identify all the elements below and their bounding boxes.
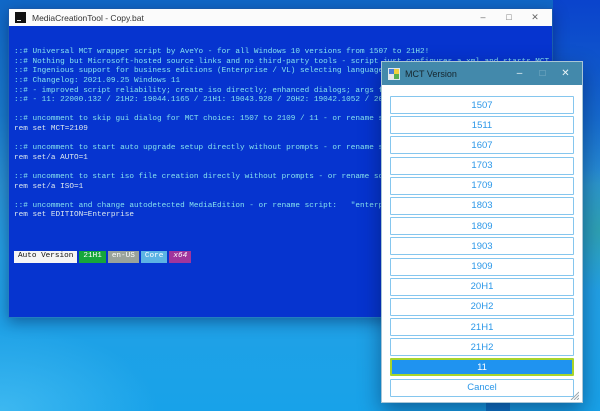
version-button-1511[interactable]: 1511 bbox=[390, 116, 574, 134]
status-badge: en-US bbox=[108, 251, 139, 264]
console-maximize-button[interactable]: □ bbox=[496, 9, 522, 26]
version-button-1703[interactable]: 1703 bbox=[390, 157, 574, 175]
mct-version-dialog: MCT Version – □ ✕ 1507 1511 1607 1703 1709 18… bbox=[381, 61, 583, 403]
status-badge: Auto Version bbox=[14, 251, 77, 264]
console-minimize-button[interactable]: – bbox=[470, 9, 496, 26]
version-button-11[interactable]: 11 bbox=[390, 358, 574, 376]
dialog-title: MCT Version bbox=[405, 69, 508, 79]
version-button-1709[interactable]: 1709 bbox=[390, 177, 574, 195]
version-button-1809[interactable]: 1809 bbox=[390, 217, 574, 235]
resize-grip-icon[interactable] bbox=[569, 390, 579, 400]
dialog-minimize-button[interactable]: – bbox=[508, 62, 531, 85]
dialog-titlebar[interactable]: MCT Version – □ ✕ bbox=[382, 62, 582, 85]
dialog-body: 1507 1511 1607 1703 1709 1803 1809 1903 1909 20H1… bbox=[382, 85, 582, 403]
status-badge: Core bbox=[141, 251, 167, 264]
console-close-button[interactable]: ✕ bbox=[522, 9, 548, 26]
version-button-21h2[interactable]: 21H2 bbox=[390, 338, 574, 356]
version-button-21h1[interactable]: 21H1 bbox=[390, 318, 574, 336]
dialog-maximize-button: □ bbox=[531, 62, 554, 85]
version-button-1903[interactable]: 1903 bbox=[390, 237, 574, 255]
version-button-1507[interactable]: 1507 bbox=[390, 96, 574, 114]
desktop-wallpaper: MediaCreationTool - Copy.bat – □ ✕ ::# U… bbox=[0, 0, 600, 411]
version-button-1803[interactable]: 1803 bbox=[390, 197, 574, 215]
version-button-1607[interactable]: 1607 bbox=[390, 136, 574, 154]
version-button-20h2[interactable]: 20H2 bbox=[390, 298, 574, 316]
console-window-title: MediaCreationTool - Copy.bat bbox=[32, 13, 470, 23]
version-button-20h1[interactable]: 20H1 bbox=[390, 278, 574, 296]
status-badge: x64 bbox=[169, 251, 191, 264]
status-badge: 21H1 bbox=[79, 251, 105, 264]
wallpaper-beam bbox=[0, 325, 160, 411]
dialog-close-button[interactable]: ✕ bbox=[554, 62, 577, 85]
version-button-1909[interactable]: 1909 bbox=[390, 258, 574, 276]
cmd-icon bbox=[15, 12, 26, 23]
console-line: ::# Universal MCT wrapper script by AveY… bbox=[14, 48, 552, 58]
console-titlebar[interactable]: MediaCreationTool - Copy.bat – □ ✕ bbox=[9, 9, 552, 26]
cancel-button[interactable]: Cancel bbox=[390, 379, 574, 397]
dialog-app-icon bbox=[388, 68, 400, 80]
